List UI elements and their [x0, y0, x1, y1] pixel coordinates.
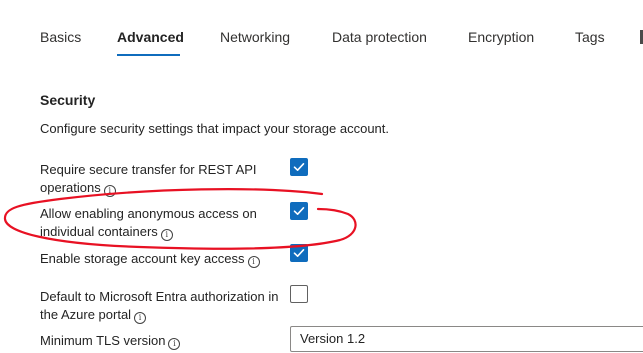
setting-label-anonymous-access: Allow enabling anonymous access on indiv… — [40, 206, 257, 241]
info-icon[interactable]: i — [168, 338, 181, 350]
tab-encryption[interactable]: Encryption — [468, 29, 534, 45]
checkbox-secure-transfer[interactable] — [290, 158, 308, 176]
storage-account-create-page: Basics Advanced Networking Data protecti… — [0, 0, 643, 353]
info-icon[interactable]: i — [134, 312, 147, 324]
checkbox-entra-authorization[interactable] — [290, 285, 308, 303]
active-tab-indicator — [117, 54, 180, 56]
checkmark-icon — [293, 207, 305, 215]
checkbox-key-access[interactable] — [290, 244, 308, 262]
setting-label-secure-transfer: Require secure transfer for REST API ope… — [40, 162, 257, 197]
tls-label: Minimum TLS version i — [40, 332, 285, 350]
tab-tags[interactable]: Tags — [575, 29, 605, 45]
tab-networking[interactable]: Networking — [220, 29, 290, 45]
checkbox-anonymous-access[interactable] — [290, 202, 308, 220]
tab-advanced[interactable]: Advanced — [117, 29, 184, 45]
tls-version-select[interactable]: Version 1.2 — [290, 326, 643, 352]
tab-basics[interactable]: Basics — [40, 29, 81, 45]
section-title: Security — [40, 92, 96, 108]
setting-label-key-access: Enable storage account key access i — [40, 250, 285, 268]
section-description: Configure security settings that impact … — [40, 121, 390, 136]
info-icon[interactable]: i — [160, 229, 173, 241]
checkmark-icon — [293, 249, 305, 257]
tab-data-protection[interactable]: Data protection — [332, 29, 427, 45]
checkmark-icon — [293, 163, 305, 171]
info-icon[interactable]: i — [103, 185, 116, 197]
setting-label-entra-authorization: Default to Microsoft Entra authorization… — [40, 289, 279, 324]
info-icon[interactable]: i — [247, 256, 260, 268]
